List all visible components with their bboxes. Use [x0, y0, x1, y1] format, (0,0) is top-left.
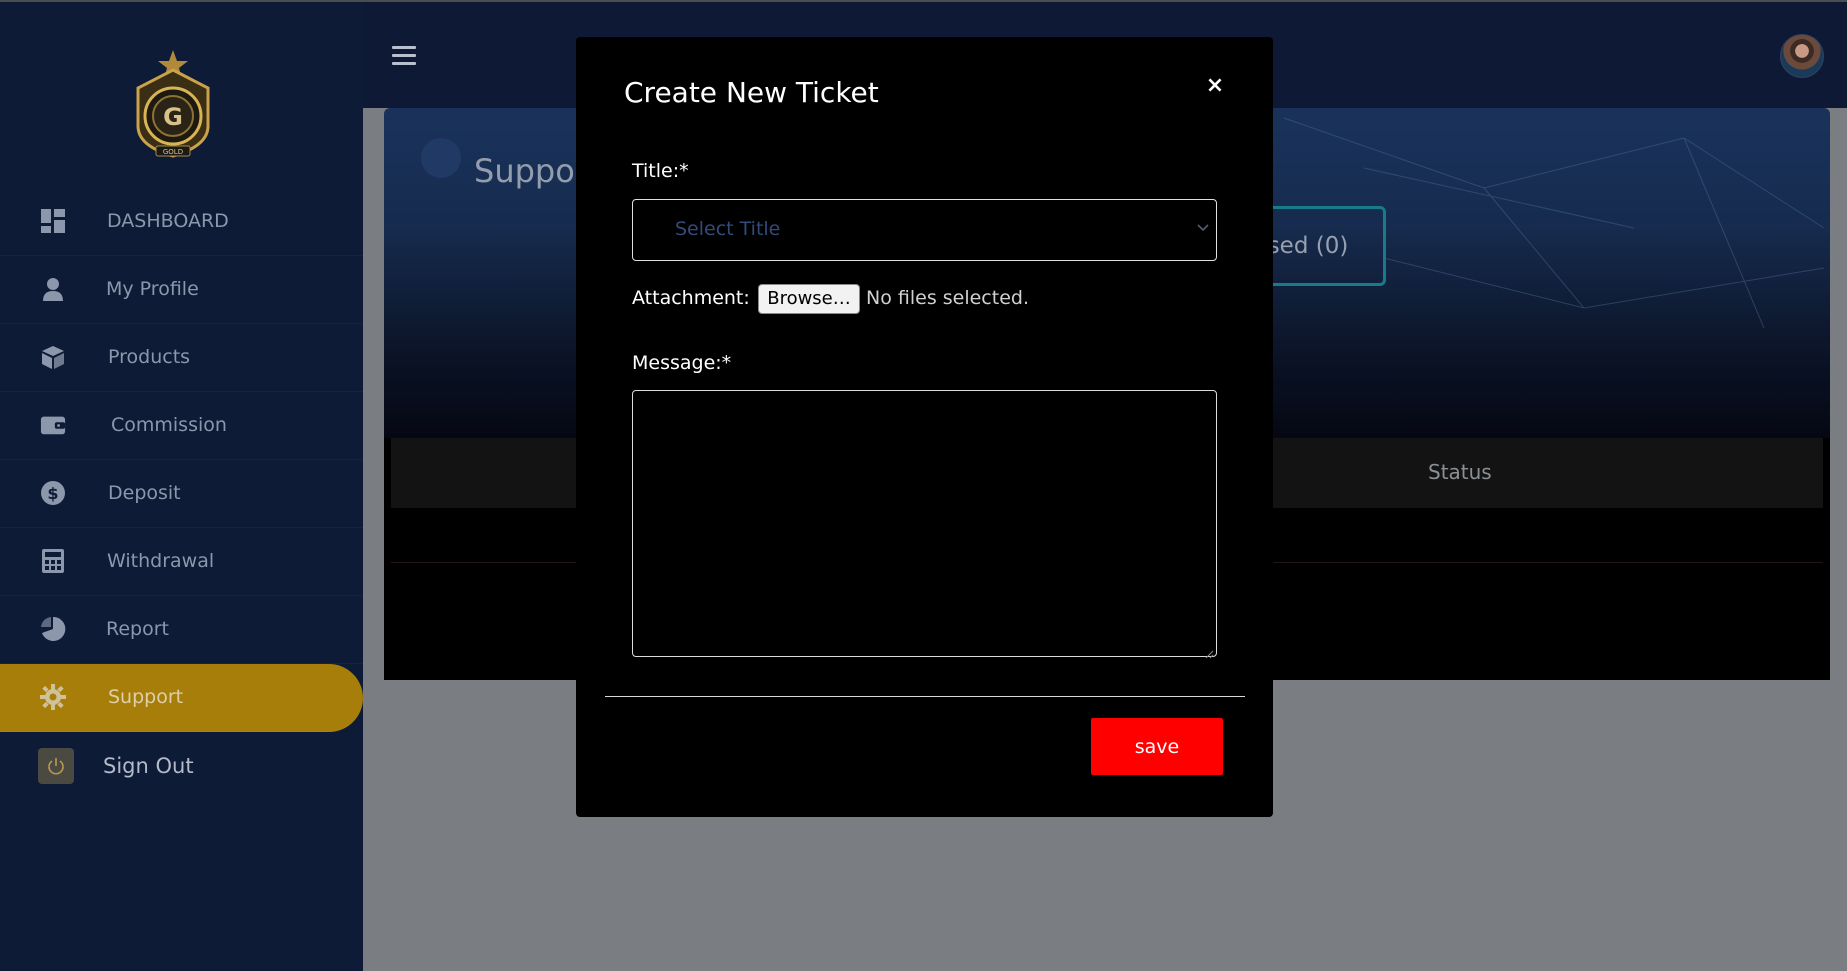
- sidebar-item-label: Support: [108, 686, 184, 708]
- power-icon: [38, 748, 74, 784]
- avatar[interactable]: [1780, 34, 1824, 78]
- title-select-placeholder: Select Title: [675, 218, 781, 240]
- chevron-down-icon: [1196, 220, 1210, 234]
- user-icon: [40, 276, 66, 302]
- sidebar-item-commission[interactable]: Commission: [0, 392, 363, 460]
- sidebar-item-label: Commission: [111, 414, 227, 436]
- brand-logo[interactable]: G GOLD: [128, 48, 218, 160]
- sidebar-item-withdrawal[interactable]: Withdrawal: [0, 528, 363, 596]
- sidebar-item-label: Products: [108, 346, 191, 368]
- box-icon: [40, 344, 66, 370]
- sidebar-item-products[interactable]: Products: [0, 324, 363, 392]
- sidebar-item-label: Deposit: [108, 482, 181, 504]
- save-button[interactable]: save: [1091, 718, 1223, 775]
- top-border: [0, 0, 1847, 2]
- resize-grip-icon[interactable]: [1204, 644, 1214, 659]
- title-label: Title:*: [632, 160, 689, 182]
- dashboard-icon: [40, 208, 66, 234]
- wallet-icon: [40, 412, 66, 438]
- dollar-icon: $: [40, 480, 66, 506]
- close-icon[interactable]: ×: [1203, 74, 1227, 98]
- message-textarea[interactable]: [632, 390, 1217, 659]
- svg-text:G: G: [163, 103, 183, 131]
- sidebar-item-dashboard[interactable]: DASHBOARD: [0, 188, 363, 256]
- no-files-text: No files selected.: [866, 287, 1029, 309]
- title-select[interactable]: Select Title: [632, 199, 1217, 261]
- sidebar-item-label: Withdrawal: [107, 550, 215, 572]
- sidebar-item-support[interactable]: Support: [0, 664, 363, 732]
- svg-text:GOLD: GOLD: [163, 148, 183, 156]
- sidebar-item-deposit[interactable]: $ Deposit: [0, 460, 363, 528]
- gear-icon: [40, 684, 66, 710]
- sidebar-item-report[interactable]: Report: [0, 596, 363, 664]
- modal-title: Create New Ticket: [624, 76, 879, 109]
- hamburger-icon[interactable]: [392, 46, 416, 66]
- pie-chart-icon: [40, 616, 66, 642]
- sidebar-item-label: Report: [106, 618, 169, 640]
- sidebar-item-my-profile[interactable]: My Profile: [0, 256, 363, 324]
- sidebar-item-label: Sign Out: [103, 754, 194, 778]
- sidebar-item-label: My Profile: [106, 278, 199, 300]
- sidebar: G GOLD DASHBOARD My Profile Products Com…: [0, 2, 363, 971]
- message-label: Message:*: [632, 352, 732, 374]
- sidebar-item-label: DASHBOARD: [107, 210, 229, 232]
- modal-footer-divider: [605, 696, 1245, 697]
- calculator-icon: [40, 548, 66, 574]
- browse-button[interactable]: Browse…: [758, 284, 860, 314]
- svg-text:$: $: [47, 484, 58, 503]
- sidebar-item-sign-out[interactable]: Sign Out: [0, 734, 363, 801]
- attachment-label: Attachment:: [632, 287, 750, 309]
